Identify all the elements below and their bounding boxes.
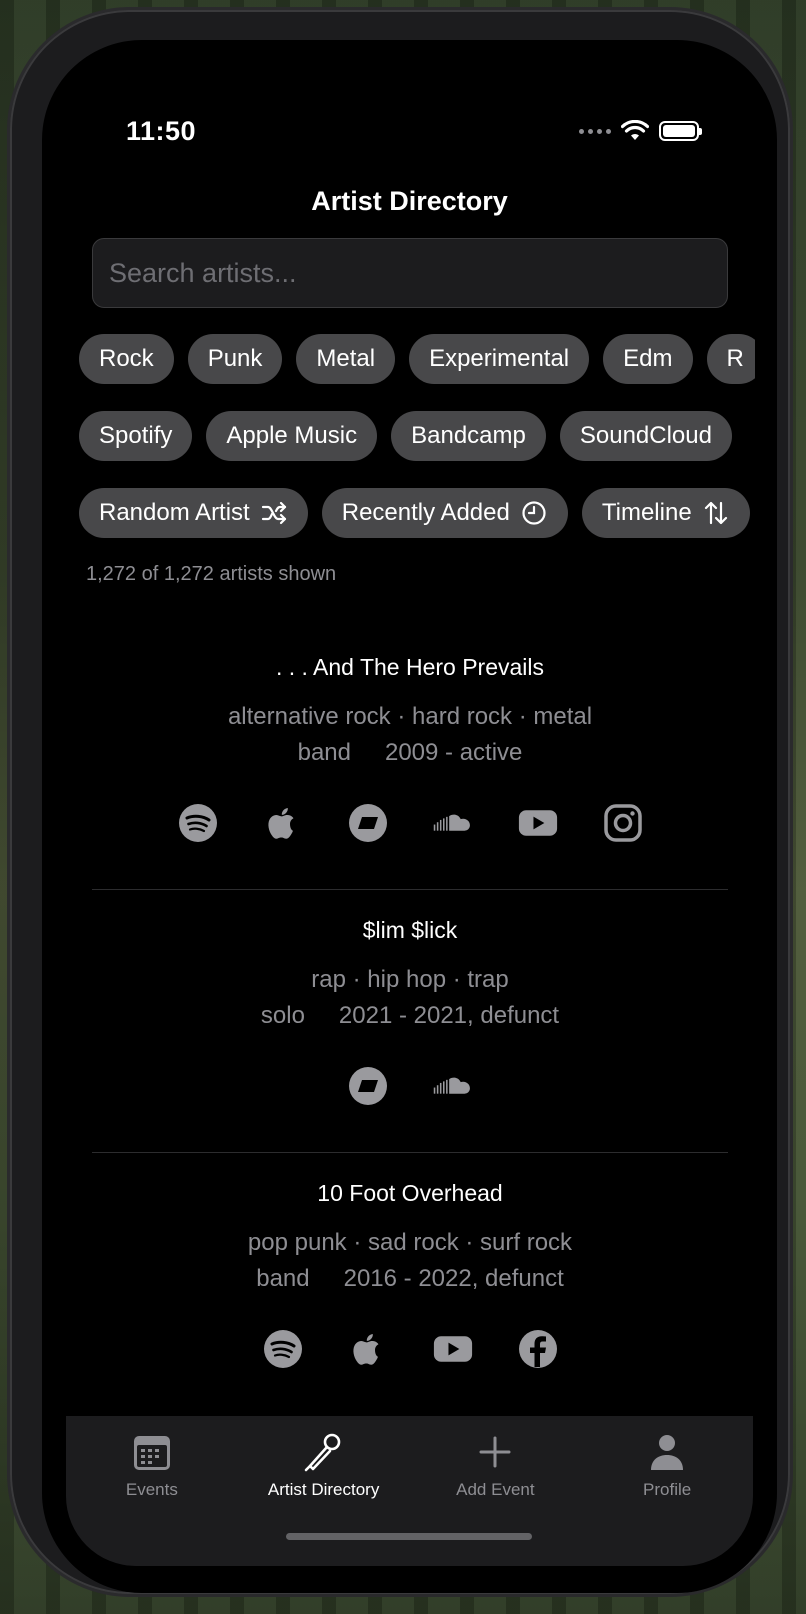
chip-platform-soundcloud[interactable]: SoundCloud xyxy=(559,411,732,461)
home-indicator[interactable] xyxy=(286,1533,532,1540)
tab-label: Add Event xyxy=(456,1480,535,1499)
artist-meta: band 2016 - 2022, defunct xyxy=(92,1265,728,1293)
artist-years: 2021 - 2021, defunct xyxy=(338,1002,560,1029)
chip-genre-experimental[interactable]: Experimental xyxy=(409,334,590,384)
cellular-icon xyxy=(579,128,611,134)
phone-frame: 11:50 Artist Directory Rock Punk Metal E… xyxy=(10,10,790,1594)
soundcloud-icon[interactable] xyxy=(433,1066,473,1106)
youtube-icon[interactable] xyxy=(433,1329,473,1369)
artist-links xyxy=(92,803,728,843)
spotify-icon[interactable] xyxy=(178,803,218,843)
shuffle-icon xyxy=(261,501,286,525)
artist-name: $lim $lick xyxy=(362,917,458,943)
instagram-icon[interactable] xyxy=(603,803,643,843)
timeline-label: Timeline xyxy=(601,499,692,526)
person-icon xyxy=(651,1435,684,1470)
artist-links xyxy=(92,1066,728,1106)
chip-platform-bandcamp[interactable]: Bandcamp xyxy=(391,411,546,461)
artist-years: 2016 - 2022, defunct xyxy=(343,1265,564,1292)
result-count: 1,272 of 1,272 artists shown xyxy=(86,563,337,585)
apple-music-icon[interactable] xyxy=(263,803,303,843)
artist-name: 10 Foot Overhead xyxy=(317,1180,503,1206)
genre-filter-row: Rock Punk Metal Experimental Edm R xyxy=(79,334,755,384)
artist-name: . . . And The Hero Prevails xyxy=(275,654,545,680)
battery-icon xyxy=(659,121,702,141)
chip-genre-punk[interactable]: Punk xyxy=(187,334,283,384)
chip-platform-apple-music[interactable]: Apple Music xyxy=(206,411,378,461)
tab-bar: Events Artist Directory Add Event Profil… xyxy=(66,1416,753,1566)
facebook-icon[interactable] xyxy=(518,1329,558,1369)
random-artist-button[interactable]: Random Artist xyxy=(79,488,308,538)
plus-icon xyxy=(479,1436,511,1468)
status-time: 11:50 xyxy=(126,116,197,146)
platform-filter-row: Spotify Apple Music Bandcamp SoundCloud xyxy=(79,411,755,461)
chip-platform-spotify[interactable]: Spotify xyxy=(79,411,193,461)
bandcamp-icon[interactable] xyxy=(348,803,388,843)
artist-type: solo xyxy=(260,1002,305,1029)
tab-label: Artist Directory xyxy=(267,1480,380,1499)
page-title: Artist Directory xyxy=(311,186,508,216)
action-chip-row: Random Artist Recently Added Timeline xyxy=(79,488,755,538)
wifi-icon xyxy=(621,120,649,140)
artist-meta: band 2009 - active xyxy=(92,739,728,767)
recently-added-button[interactable]: Recently Added xyxy=(321,488,568,538)
bandcamp-icon[interactable] xyxy=(348,1066,388,1106)
artist-meta: solo 2021 - 2021, defunct xyxy=(92,1002,728,1030)
microphone-icon xyxy=(304,1433,340,1472)
status-icons xyxy=(579,120,702,142)
timeline-button[interactable]: Timeline xyxy=(581,488,750,538)
random-artist-label: Random Artist xyxy=(99,499,250,526)
clock-icon xyxy=(522,501,546,525)
artist-card[interactable]: 10 Foot Overhead pop punk · sad rock · s… xyxy=(92,1180,728,1369)
apple-music-icon[interactable] xyxy=(348,1329,388,1369)
calendar-icon xyxy=(133,1436,170,1470)
sort-arrows-icon xyxy=(704,501,727,525)
chip-genre-rock[interactable]: Rock xyxy=(79,334,174,384)
tab-label: Profile xyxy=(643,1480,692,1499)
artist-card[interactable]: $lim $lick rap · hip hop · trap solo 2021… xyxy=(92,917,728,1106)
tab-events[interactable]: Events xyxy=(66,1416,238,1566)
artist-links xyxy=(92,1329,728,1369)
search-input[interactable] xyxy=(92,238,728,308)
recently-added-label: Recently Added xyxy=(341,499,510,526)
artist-type: band xyxy=(256,1265,310,1292)
divider xyxy=(92,889,728,890)
youtube-icon[interactable] xyxy=(518,803,558,843)
artist-years: 2009 - active xyxy=(384,739,523,766)
soundcloud-icon[interactable] xyxy=(433,803,473,843)
artist-type: band xyxy=(297,739,351,766)
tab-add-event[interactable]: Add Event xyxy=(410,1416,582,1566)
artist-card[interactable]: . . . And The Hero Prevails alternative … xyxy=(92,654,728,843)
chip-genre-metal[interactable]: Metal xyxy=(296,334,396,384)
chip-genre-partial[interactable]: R xyxy=(706,334,755,384)
spotify-icon[interactable] xyxy=(263,1329,303,1369)
artist-genres: rap · hip hop · trap xyxy=(311,966,509,993)
artist-genres: alternative rock · hard rock · metal xyxy=(227,703,593,730)
chip-genre-edm[interactable]: Edm xyxy=(603,334,693,384)
artist-genres: pop punk · sad rock · surf rock xyxy=(247,1229,573,1256)
tab-label: Events xyxy=(125,1480,178,1499)
tab-profile[interactable]: Profile xyxy=(581,1416,753,1566)
tab-artist-directory[interactable]: Artist Directory xyxy=(238,1416,410,1566)
app-screen: 11:50 Artist Directory Rock Punk Metal E… xyxy=(42,40,777,1593)
divider xyxy=(92,1152,728,1153)
